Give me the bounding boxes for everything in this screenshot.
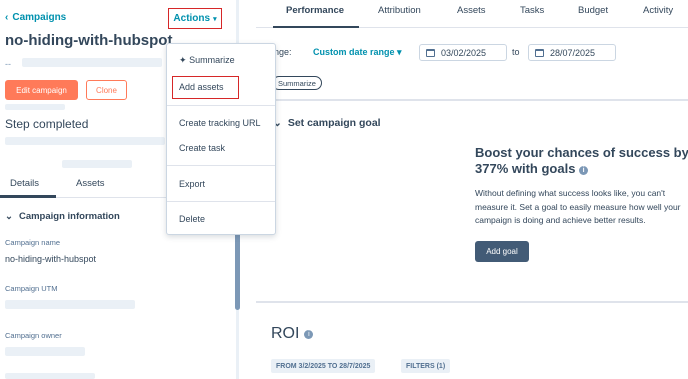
menu-divider xyxy=(167,201,275,202)
main-tabs: Performance Attribution Assets Tasks Bud… xyxy=(256,0,688,28)
tab-activity[interactable]: Activity xyxy=(643,5,673,16)
tab-performance[interactable]: Performance xyxy=(286,5,344,16)
menu-item-delete[interactable]: Delete xyxy=(179,214,205,224)
blurred-field-value xyxy=(5,347,85,356)
field-value: no-hiding-with-hubspot xyxy=(5,254,97,264)
boost-description: Without defining what success looks like… xyxy=(475,188,681,225)
calendar-icon xyxy=(426,48,435,57)
menu-item-summarize[interactable]: ✦ Summarize xyxy=(179,55,235,66)
caret-down-icon: ▾ xyxy=(397,47,402,57)
campaign-information-header[interactable]: ⌄ Campaign information xyxy=(5,211,120,222)
blurred-text xyxy=(5,104,65,110)
blurred-text xyxy=(22,58,162,67)
tab-budget[interactable]: Budget xyxy=(578,5,608,16)
tab-assets[interactable]: Assets xyxy=(76,178,105,189)
chevron-down-icon: ⌄ xyxy=(5,211,13,222)
info-icon[interactable]: i xyxy=(304,329,314,339)
actions-dropdown-menu: ✦ Summarize Add assets Create tracking U… xyxy=(166,43,276,235)
calendar-icon xyxy=(535,48,544,57)
tab-tasks[interactable]: Tasks xyxy=(520,5,544,16)
campaign-title: no-hiding-with-hubspot xyxy=(5,32,173,49)
menu-divider xyxy=(167,105,275,106)
set-goal-header[interactable]: ⌄ Set campaign goal xyxy=(273,117,381,129)
roi-section: ROI i FROM 3/2/2025 TO 28/7/2025 FILTERS… xyxy=(256,302,688,379)
menu-item-create-task[interactable]: Create task xyxy=(179,143,225,153)
add-goal-button[interactable]: Add goal xyxy=(475,241,529,262)
end-date-value: 28/07/2025 xyxy=(550,47,596,58)
caret-down-icon: ▾ xyxy=(213,15,217,23)
roi-heading: ROI i xyxy=(271,325,314,343)
field-label: Campaign owner xyxy=(5,331,62,340)
active-tab-indicator xyxy=(0,195,56,198)
summarize-pill[interactable]: Summarize xyxy=(272,76,322,90)
status-text: Step completed xyxy=(5,117,89,131)
menu-divider xyxy=(167,165,275,166)
tab-details[interactable]: Details xyxy=(10,178,39,189)
blurred-progress xyxy=(5,137,165,145)
boost-heading: Boost your chances of success by 377% wi… xyxy=(475,145,688,177)
to-label: to xyxy=(512,47,520,57)
clone-button[interactable]: Clone xyxy=(86,80,127,100)
blurred-text xyxy=(62,160,132,168)
goal-section-title: Set campaign goal xyxy=(287,117,381,129)
date-filter-bar: range: Custom date range ▾ 03/02/2025 to… xyxy=(256,28,688,100)
chevron-left-icon: ‹ xyxy=(5,12,9,23)
start-date-value: 03/02/2025 xyxy=(441,47,487,58)
sparkle-icon: ✦ xyxy=(179,55,187,65)
roi-filters-pill[interactable]: FILTERS (1) xyxy=(401,359,451,373)
back-link-label: Campaigns xyxy=(12,12,67,23)
menu-item-create-tracking-url[interactable]: Create tracking URL xyxy=(179,118,261,128)
date-range-value: Custom date range xyxy=(313,47,395,57)
blurred-text xyxy=(5,373,95,379)
tab-assets[interactable]: Assets xyxy=(457,5,486,16)
start-date-input[interactable]: 03/02/2025 xyxy=(419,44,507,61)
section-title: Campaign information xyxy=(18,211,120,222)
back-to-campaigns-link[interactable]: ‹ Campaigns xyxy=(5,12,66,23)
info-icon[interactable]: i xyxy=(579,166,589,175)
roi-title: ROI xyxy=(271,325,300,342)
roi-date-pill[interactable]: FROM 3/2/2025 TO 28/7/2025 xyxy=(271,359,376,373)
add-assets-highlight xyxy=(172,76,239,99)
date-range-dropdown[interactable]: Custom date range ▾ xyxy=(313,47,402,58)
campaign-main-panel: Performance Attribution Assets Tasks Bud… xyxy=(256,0,688,379)
menu-item-export[interactable]: Export xyxy=(179,179,205,189)
menu-item-label: Summarize xyxy=(189,55,235,65)
actions-label: Actions xyxy=(173,13,211,24)
field-label: Campaign UTM xyxy=(5,284,58,293)
actions-button[interactable]: Actions ▾ xyxy=(168,8,222,29)
blurred-field-value xyxy=(5,300,135,309)
campaign-goal-card: ⌄ Set campaign goal Boost your chances o… xyxy=(256,100,688,302)
tab-attribution[interactable]: Attribution xyxy=(378,5,421,16)
end-date-input[interactable]: 28/07/2025 xyxy=(528,44,616,61)
field-label: Campaign name xyxy=(5,238,61,247)
edit-campaign-button[interactable]: Edit campaign xyxy=(5,80,78,100)
campaign-subtitle: -- xyxy=(5,59,11,69)
